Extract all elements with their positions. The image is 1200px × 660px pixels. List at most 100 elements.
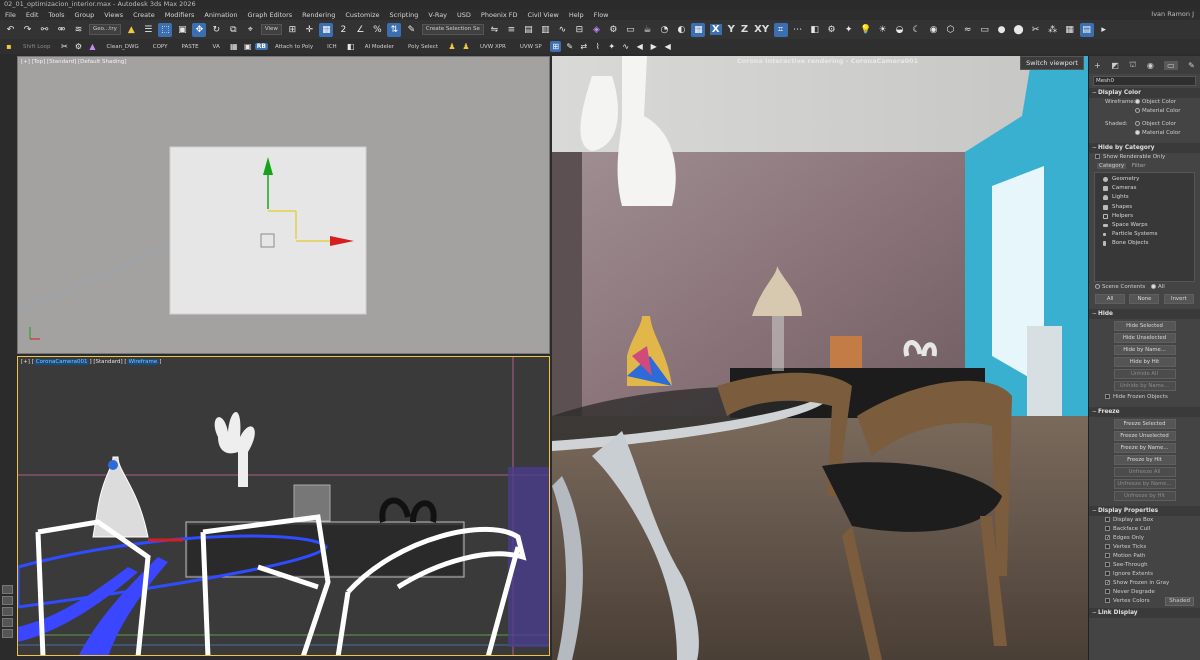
menu-scripting[interactable]: Scripting: [385, 11, 424, 19]
rectangular-selection-icon[interactable]: ⬚: [158, 22, 173, 37]
corona-render-viewport[interactable]: Corona Interactive rendering - CoronaCam…: [552, 56, 1088, 660]
menu-customize[interactable]: Customize: [340, 11, 384, 19]
unhide-all-button[interactable]: Unhide All: [1113, 369, 1176, 379]
rb-button[interactable]: RB: [254, 43, 268, 50]
rendered-frame-window-icon[interactable]: ▭: [623, 23, 637, 37]
vertex-colors-shaded-button[interactable]: Shaded: [1165, 597, 1194, 606]
select-rotate-icon[interactable]: ↻: [209, 23, 223, 37]
render-iterative-icon[interactable]: ◔: [657, 23, 671, 37]
curve-editor-icon[interactable]: ∿: [555, 23, 569, 37]
hide-rollout[interactable]: Hide: [1089, 309, 1200, 319]
spline-icon[interactable]: ∿: [620, 41, 631, 52]
va-button[interactable]: VA: [213, 44, 220, 50]
switch-viewport-button[interactable]: Switch viewport: [1020, 56, 1084, 70]
list-item[interactable]: Geometry: [1098, 175, 1191, 184]
reference-coordinate-dropdown[interactable]: View: [260, 24, 282, 35]
viewport-layout-icon[interactable]: ▦: [691, 22, 706, 37]
vray-plane-icon[interactable]: ▭: [978, 23, 992, 37]
menu-file[interactable]: File: [0, 11, 21, 19]
angle-snap-icon[interactable]: ∠: [353, 23, 367, 37]
select-manipulate-icon[interactable]: ✛: [302, 23, 316, 37]
unfreeze-all-button[interactable]: Unfreeze All: [1113, 467, 1176, 477]
vray-scatter-icon[interactable]: ⁂: [1046, 23, 1060, 37]
constrain-x-button[interactable]: X: [709, 24, 722, 35]
shaded-object-color-radio[interactable]: [1135, 121, 1140, 126]
mini-viewport-icon[interactable]: [2, 618, 13, 627]
display-property-checkbox[interactable]: ✓: [1105, 535, 1110, 541]
invert-button[interactable]: Invert: [1163, 294, 1194, 304]
vray-light-icon[interactable]: ✦: [842, 23, 856, 37]
freeze-rollout[interactable]: Freeze: [1089, 407, 1200, 417]
menu-views[interactable]: Views: [99, 11, 128, 19]
hide-selected-button[interactable]: Hide Selected: [1113, 321, 1176, 331]
align-icon[interactable]: ≡: [504, 23, 518, 37]
display-property-checkbox[interactable]: [1105, 571, 1110, 576]
window-crossing-icon[interactable]: ▣: [175, 23, 189, 37]
vray-bulb-icon[interactable]: 💡: [859, 23, 873, 37]
vray-proxy-icon[interactable]: ⬡: [944, 23, 958, 37]
display-property-checkbox[interactable]: [1105, 517, 1110, 522]
wireframe-object-color-radio[interactable]: [1135, 99, 1140, 104]
link-display-rollout[interactable]: Link Display: [1089, 608, 1200, 618]
corona-toolbar-icon[interactable]: ◐: [674, 23, 688, 37]
vray-vfb-active-icon[interactable]: ▤: [1079, 22, 1094, 37]
poly-select-button[interactable]: Poly Select: [408, 44, 438, 50]
menu-civil-view[interactable]: Civil View: [523, 11, 564, 19]
vray-camera-icon[interactable]: ◉: [927, 23, 941, 37]
snaps-toggle-icon[interactable]: 2: [336, 23, 350, 37]
menu-flow[interactable]: Flow: [589, 11, 614, 19]
list-item[interactable]: Helpers: [1098, 212, 1191, 221]
magic-icon[interactable]: ✦: [606, 41, 617, 52]
display-property-checkbox[interactable]: [1105, 562, 1110, 567]
display-property-checkbox[interactable]: ✓: [1105, 580, 1110, 586]
mirror-icon[interactable]: ⇋: [487, 23, 501, 37]
pivot-center-icon[interactable]: ⊞: [285, 23, 299, 37]
menu-rendering[interactable]: Rendering: [297, 11, 340, 19]
menu-usd[interactable]: USD: [452, 11, 476, 19]
menu-create[interactable]: Create: [128, 11, 160, 19]
uvw-xpr-icon[interactable]: ♟: [446, 41, 457, 52]
freeze-unselected-button[interactable]: Freeze Unselected: [1113, 431, 1176, 441]
menu-group[interactable]: Group: [70, 11, 100, 19]
toggle-ribbon-icon[interactable]: ▥: [538, 23, 552, 37]
display-property-checkbox[interactable]: [1105, 553, 1110, 558]
constrain-xy-button[interactable]: XY: [754, 24, 769, 35]
vray-frame-buffer-icon[interactable]: ◧: [808, 23, 822, 37]
hide-by-hit-button[interactable]: Hide by Hit: [1113, 357, 1176, 367]
vray-enmesh-icon[interactable]: ▦: [1063, 23, 1077, 37]
undo-icon[interactable]: ↶: [4, 23, 18, 37]
hide-frozen-objects-checkbox[interactable]: [1105, 394, 1110, 399]
motion-tab-icon[interactable]: ◉: [1147, 61, 1154, 70]
list-item[interactable]: Cameras: [1098, 184, 1191, 193]
mini-viewport-icon[interactable]: [2, 585, 13, 594]
keyboard-shortcut-override-icon[interactable]: ▦: [319, 22, 334, 37]
select-none-button[interactable]: None: [1129, 294, 1160, 304]
ai-modeler-icon[interactable]: ◧: [345, 41, 356, 52]
vray-clipper-icon[interactable]: ✂: [1029, 23, 1043, 37]
track-icon[interactable]: ⋯: [791, 23, 805, 37]
named-selection-set-dropdown[interactable]: Create Selection Se: [421, 24, 484, 35]
shift-loop-icon[interactable]: ▪: [4, 41, 15, 52]
menu-help[interactable]: Help: [564, 11, 589, 19]
vray-decal-icon[interactable]: ⬤: [1012, 23, 1026, 37]
list-item[interactable]: Bone Objects: [1098, 239, 1191, 248]
select-object-icon[interactable]: ▲: [124, 23, 138, 37]
vray-sphere-icon[interactable]: ●: [995, 23, 1009, 37]
display-property-checkbox[interactable]: [1105, 544, 1110, 549]
vray-moon-icon[interactable]: ☾: [910, 23, 924, 37]
list-item[interactable]: Shapes: [1098, 203, 1191, 212]
top-viewport[interactable]: [+] [Top] [Standard] [Default Shading]: [17, 56, 550, 354]
list-item[interactable]: Space Warps: [1098, 221, 1191, 230]
menu-tools[interactable]: Tools: [43, 11, 69, 19]
freeze-by-hit-button[interactable]: Freeze by Hit: [1113, 455, 1176, 465]
script-icon[interactable]: ▲: [87, 41, 98, 52]
modify-tab-icon[interactable]: ◩: [1111, 61, 1119, 70]
menu-vray[interactable]: V-Ray: [423, 11, 452, 19]
constrain-y-button[interactable]: Y: [728, 24, 735, 35]
vray-more-icon[interactable]: ▸: [1097, 23, 1111, 37]
render-production-icon[interactable]: ☕: [640, 23, 654, 37]
display-property-checkbox[interactable]: [1105, 598, 1110, 603]
camera-viewport[interactable]: [+] [CoronaCamera001] [Standard] [Wirefr…: [17, 356, 550, 656]
list-item[interactable]: Particle Systems: [1098, 230, 1191, 239]
menu-edit[interactable]: Edit: [21, 11, 44, 19]
